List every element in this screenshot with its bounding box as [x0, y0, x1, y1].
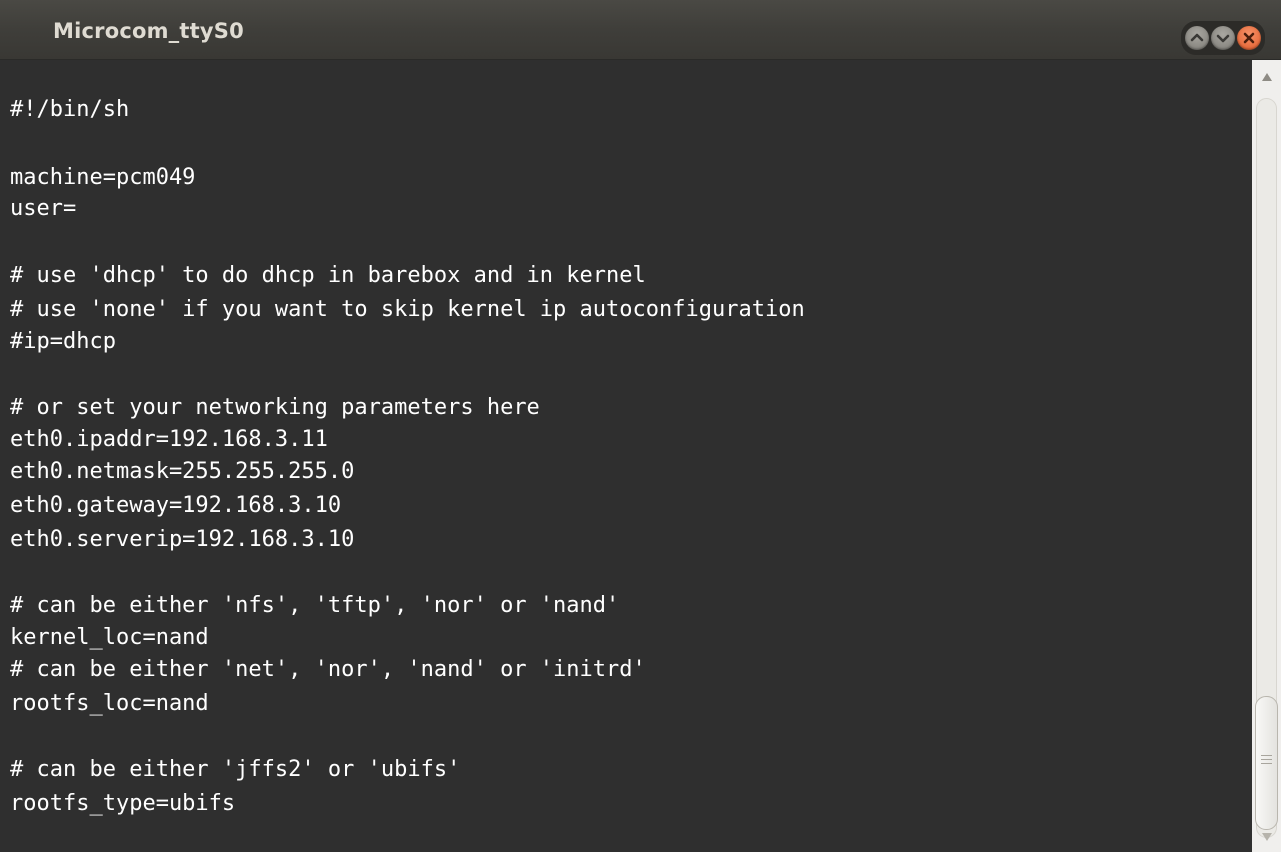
scroll-down-icon[interactable] [1252, 826, 1281, 848]
close-icon[interactable] [1237, 26, 1261, 50]
terminal-line: # use 'dhcp' to do dhcp in barebox and i… [10, 263, 646, 288]
terminal-line: eth0.netmask=255.255.255.0 [10, 459, 355, 484]
terminal-line: rootfs_loc=nand [10, 691, 209, 716]
terminal-line: # use 'none' if you want to skip kernel … [10, 297, 805, 322]
terminal-line: eth0.gateway=192.168.3.10 [10, 493, 342, 518]
terminal-line: # can be either 'jffs2' or 'ubifs' [10, 757, 461, 782]
window-controls [1181, 21, 1265, 55]
terminal-line: eth0.ipaddr=192.168.3.11 [10, 427, 328, 452]
terminal-output[interactable]: #!/bin/sh machine=pcm049 user= # use 'dh… [0, 60, 1252, 852]
grip-line [1261, 755, 1272, 756]
minimize-icon[interactable] [1185, 26, 1209, 50]
grip-line [1261, 763, 1272, 764]
terminal-line: kernel_loc=nand [10, 625, 209, 650]
scroll-up-icon[interactable] [1252, 66, 1281, 88]
terminal-line: eth0.serverip=192.168.3.10 [10, 527, 355, 552]
grip-line [1261, 759, 1272, 760]
title-bar[interactable]: Microcom_ttyS0 [0, 0, 1281, 60]
terminal-line: # can be either 'nfs', 'tftp', 'nor' or … [10, 593, 620, 618]
terminal-line: # can be either 'net', 'nor', 'nand' or … [10, 657, 646, 682]
window-title: Microcom_ttyS0 [53, 19, 244, 43]
terminal-line: user= [10, 196, 77, 221]
terminal-line: machine=pcm049 [10, 165, 196, 190]
maximize-icon[interactable] [1211, 26, 1235, 50]
terminal-line: #ip=dhcp [10, 329, 116, 354]
vertical-scrollbar[interactable] [1252, 60, 1281, 852]
terminal-window: Microcom_ttyS0 #!/bin/sh machine=pcm049 … [0, 0, 1281, 852]
scroll-thumb[interactable] [1255, 696, 1278, 830]
terminal-line: #!/bin/sh [10, 97, 130, 122]
terminal-line: # or set your networking parameters here [10, 395, 540, 420]
terminal-line: rootfs_type=ubifs [10, 791, 236, 816]
